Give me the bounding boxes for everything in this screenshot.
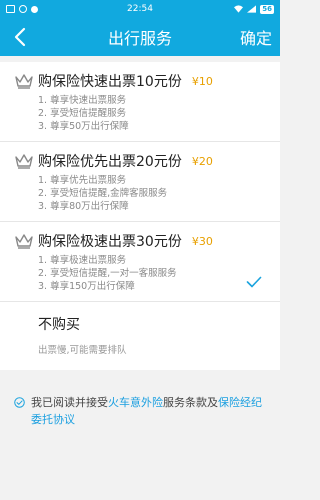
option-30[interactable]: 购保险极速出票30元份 ¥30 1. 尊享极速出票服务 2. 享受短信提醒,一对… bbox=[0, 222, 280, 302]
service-options: 购保险快速出票10元份 ¥10 1. 尊享快速出票服务 2. 享受短信提醒服务 … bbox=[0, 62, 280, 370]
option-title: 购保险极速出票30元份 bbox=[38, 234, 182, 250]
benefit-line: 2. 享受短信提醒服务 bbox=[38, 108, 127, 119]
benefit-line: 3. 尊享50万出行保障 bbox=[38, 121, 129, 132]
insurance-terms-link[interactable]: 火车意外险 bbox=[108, 396, 163, 409]
agreement-middle: 服务条款及 bbox=[163, 396, 218, 409]
check-circle-icon[interactable] bbox=[14, 397, 25, 408]
checkmark-icon bbox=[246, 276, 262, 288]
option-subtitle: 出票慢,可能需要排队 bbox=[38, 345, 127, 356]
chevron-left-icon bbox=[14, 27, 26, 47]
option-head: 购保险极速出票30元份 ¥30 bbox=[14, 230, 268, 252]
option-no-purchase[interactable]: 不购买 出票慢,可能需要排队 bbox=[0, 302, 280, 370]
option-20[interactable]: 购保险优先出票20元份 ¥20 1. 尊享优先出票服务 2. 享受短信提醒,金牌… bbox=[0, 142, 280, 222]
benefit-line: 3. 尊享80万出行保障 bbox=[38, 201, 129, 212]
option-benefits: 1. 尊享快速出票服务 2. 享受短信提醒服务 3. 尊享50万出行保障 bbox=[14, 94, 268, 133]
option-price: ¥20 bbox=[191, 154, 213, 168]
agreement-prefix: 我已阅读并接受 bbox=[31, 396, 108, 409]
confirm-button[interactable]: 确定 bbox=[240, 25, 280, 49]
agreement-row: 我已阅读并接受火车意外险服务条款及保险经纪委托协议 bbox=[0, 370, 280, 428]
option-title: 不购买 bbox=[38, 317, 80, 333]
crown-icon bbox=[15, 74, 33, 89]
back-button[interactable] bbox=[0, 18, 40, 56]
option-10[interactable]: 购保险快速出票10元份 ¥10 1. 尊享快速出票服务 2. 享受短信提醒服务 … bbox=[0, 62, 280, 142]
agreement-text: 我已阅读并接受火车意外险服务条款及保险经纪委托协议 bbox=[31, 394, 266, 428]
crown-icon bbox=[15, 154, 33, 169]
status-bar: 22:54 56 bbox=[0, 0, 280, 18]
benefit-line: 3. 尊享150万出行保障 bbox=[38, 281, 135, 292]
benefit-line: 2. 享受短信提醒,金牌客服服务 bbox=[38, 188, 168, 199]
option-benefits: 1. 尊享优先出票服务 2. 享受短信提醒,金牌客服服务 3. 尊享80万出行保… bbox=[14, 174, 268, 213]
crown-icon bbox=[15, 234, 33, 249]
page-title: 出行服务 bbox=[107, 29, 172, 48]
nav-bar: 出行服务 确定 bbox=[0, 18, 280, 56]
option-title: 购保险优先出票20元份 bbox=[38, 154, 182, 170]
benefit-line: 2. 享受短信提醒,一对一客服服务 bbox=[38, 268, 177, 279]
option-title: 购保险快速出票10元份 bbox=[38, 74, 182, 90]
option-price: ¥10 bbox=[191, 74, 213, 88]
option-head: 购保险快速出票10元份 ¥10 bbox=[14, 70, 268, 92]
option-price: ¥30 bbox=[191, 234, 213, 248]
option-benefits: 1. 尊享极速出票服务 2. 享受短信提醒,一对一客服服务 3. 尊享150万出… bbox=[14, 254, 268, 293]
benefit-line: 1. 尊享快速出票服务 bbox=[38, 95, 127, 106]
benefit-line: 1. 尊享极速出票服务 bbox=[38, 255, 127, 266]
option-head: 购保险优先出票20元份 ¥20 bbox=[14, 150, 268, 172]
benefit-line: 1. 尊享优先出票服务 bbox=[38, 175, 127, 186]
status-time: 22:54 bbox=[127, 4, 153, 14]
